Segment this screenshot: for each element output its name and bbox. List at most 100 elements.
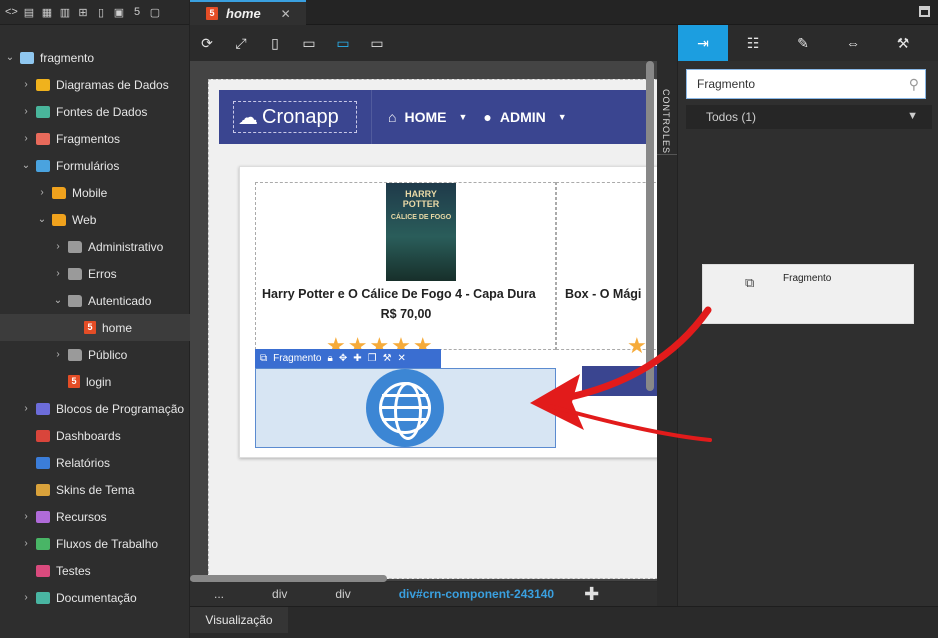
page-icon[interactable]: ▣ [113, 6, 125, 19]
tree-item-label: Fontes de Dados [56, 104, 148, 119]
vertical-scrollbar[interactable] [646, 61, 654, 391]
layout-icon[interactable]: ▦ [41, 6, 53, 19]
add-icon[interactable]: ✚ [584, 584, 599, 605]
expand-icon[interactable]: ⤢ [224, 35, 258, 52]
copy-icon[interactable]: ❐ [368, 353, 377, 364]
breadcrumb-item[interactable]: div [248, 587, 311, 601]
chevron-right-icon[interactable]: › [52, 268, 64, 279]
tree-item[interactable]: 5 login [0, 368, 190, 395]
tab-home[interactable]: 5 home ✕ [190, 0, 306, 25]
tree-item[interactable]: ⌄ fragmento [0, 44, 190, 71]
breadcrumb-item-active[interactable]: div#crn-component-243140 [375, 587, 578, 601]
component-item-fragmento[interactable]: ⧉ Fragmento [702, 264, 914, 324]
file-icon[interactable]: ▤ [23, 6, 35, 19]
tree-item[interactable]: ⌄ Formulários [0, 152, 190, 179]
lock-icon[interactable]: 🔒︎ [328, 353, 333, 364]
chevron-right-icon[interactable]: › [52, 241, 64, 252]
insert-icon[interactable]: ⇥ [678, 25, 728, 61]
product-cell-2[interactable]: Box - O Mági ★ [556, 182, 657, 358]
breadcrumb: ... div div div#crn-component-243140 ✚ [190, 582, 657, 606]
breadcrumb-item[interactable]: div [311, 587, 374, 601]
tree-item[interactable]: › Documentação [0, 584, 190, 611]
tree-item[interactable]: › Diagramas de Dados [0, 71, 190, 98]
tree-item-label: login [86, 374, 112, 389]
diagram-icon [36, 78, 50, 91]
tree-item[interactable]: › Recursos [0, 503, 190, 530]
chevron-right-icon[interactable]: › [20, 79, 32, 90]
tree-item[interactable]: › Fontes de Dados [0, 98, 190, 125]
move-icon[interactable]: ✥ [339, 353, 347, 364]
product-cell[interactable]: HARRY POTTER CÁLICE DE FOGO Harry Potter… [255, 182, 556, 358]
tree-item[interactable]: ⌄ Autenticado [0, 287, 190, 314]
chevron-right-icon[interactable]: › [36, 187, 48, 198]
tree-item[interactable]: › Público [0, 341, 190, 368]
tab-visualizacao[interactable]: Visualização [190, 607, 288, 633]
tree-item[interactable]: Relatórios [0, 449, 190, 476]
hierarchy-icon[interactable]: ☷ [728, 25, 778, 61]
nav-admin-label: ADMIN [499, 109, 546, 125]
close-icon[interactable]: ✕ [281, 7, 291, 21]
code-icon[interactable]: <> [5, 6, 18, 18]
logo-text: Cronapp [262, 105, 339, 128]
fragment-label: Fragmento [273, 353, 322, 364]
tree-item[interactable]: Testes [0, 557, 190, 584]
tree-item-label: Testes [56, 563, 91, 578]
search-icon[interactable]: ⚲ [909, 76, 919, 93]
tree-icon[interactable]: ⊞ [77, 6, 89, 19]
nav-home[interactable]: ⌂ HOME ▼ [388, 109, 467, 125]
tree-item[interactable]: Dashboards [0, 422, 190, 449]
refresh-icon[interactable]: ⟳ [190, 35, 224, 52]
chevron-right-icon[interactable]: › [20, 592, 32, 603]
bottom-panel-tabs: Visualização [190, 606, 938, 638]
breadcrumb-item[interactable]: ... [190, 587, 248, 601]
phone-view-icon[interactable]: ▯ [258, 35, 292, 52]
chevron-right-icon[interactable]: › [20, 538, 32, 549]
magic-icon[interactable]: ⚒ [383, 353, 392, 364]
component-search-input[interactable]: Fragmento ⚲ [686, 69, 926, 99]
maximize-icon[interactable] [919, 6, 930, 17]
tree-item[interactable]: Skins de Tema [0, 476, 190, 503]
tree-item[interactable]: 5 home [0, 314, 190, 341]
chevron-down-icon[interactable]: ⌄ [4, 52, 16, 63]
chevron-down-icon[interactable]: ⌄ [20, 160, 32, 171]
file2-icon[interactable]: ▢ [149, 6, 161, 19]
pencil-icon[interactable]: ✎ [778, 25, 828, 61]
chevron-right-icon[interactable]: › [20, 403, 32, 414]
horizontal-scrollbar[interactable] [190, 575, 387, 582]
monitor-view-icon[interactable]: ▭ [360, 35, 394, 52]
tree-item[interactable]: › Erros [0, 260, 190, 287]
tree-item[interactable]: › Mobile [0, 179, 190, 206]
chevron-down-icon[interactable]: ⌄ [52, 295, 64, 306]
tree-item[interactable]: ⌄ Web [0, 206, 190, 233]
chevron-right-icon[interactable]: › [20, 511, 32, 522]
tree-item[interactable]: › Fluxos de Trabalho [0, 530, 190, 557]
add-icon[interactable]: ✚ [353, 353, 361, 364]
product-card[interactable]: HARRY POTTER CÁLICE DE FOGO Harry Potter… [239, 166, 657, 458]
tree-item[interactable]: › Blocos de Programação [0, 395, 190, 422]
chevron-right-icon[interactable]: › [20, 133, 32, 144]
delete-icon[interactable]: ✕ [398, 353, 406, 364]
fragment-toolbar[interactable]: ⧉ Fragmento 🔒︎ ✥ ✚ ❐ ⚒ ✕ [255, 349, 441, 368]
chevron-down-icon[interactable]: ⌄ [36, 214, 48, 225]
tree-item[interactable]: › Administrativo [0, 233, 190, 260]
desktop-view-icon[interactable]: ▭ [326, 35, 360, 52]
controls-side-tab[interactable]: CONTROLES [657, 61, 677, 155]
fragment-component[interactable] [255, 368, 556, 448]
nav-admin[interactable]: ● ADMIN ▼ [483, 109, 566, 125]
tree-item[interactable]: › Fragmentos [0, 125, 190, 152]
category-filter[interactable]: Todos (1) ▼ [686, 105, 932, 129]
resize-icon[interactable]: ⇔ [828, 25, 878, 61]
editor-tabs: 5 home ✕ [190, 0, 938, 25]
chevron-right-icon[interactable]: › [20, 106, 32, 117]
tools-icon[interactable]: ⚒ [878, 25, 928, 61]
html5-icon[interactable]: 5 [131, 6, 143, 18]
page-preview[interactable]: ☁ Cronapp ⌂ HOME ▼ ● ADMIN ▼ HARRY POTTE… [208, 79, 657, 579]
tablet-view-icon[interactable]: ▭ [292, 35, 326, 52]
table-icon[interactable]: ▥ [59, 6, 71, 19]
chevron-right-icon[interactable]: › [52, 349, 64, 360]
tree-item-label: Fragmentos [56, 131, 121, 146]
search-value: Fragmento [697, 77, 756, 91]
design-canvas[interactable]: ☁ Cronapp ⌂ HOME ▼ ● ADMIN ▼ HARRY POTTE… [190, 61, 657, 581]
mobile-icon[interactable]: ▯ [95, 6, 107, 19]
book-cover-image: HARRY POTTER CÁLICE DE FOGO [386, 183, 456, 281]
